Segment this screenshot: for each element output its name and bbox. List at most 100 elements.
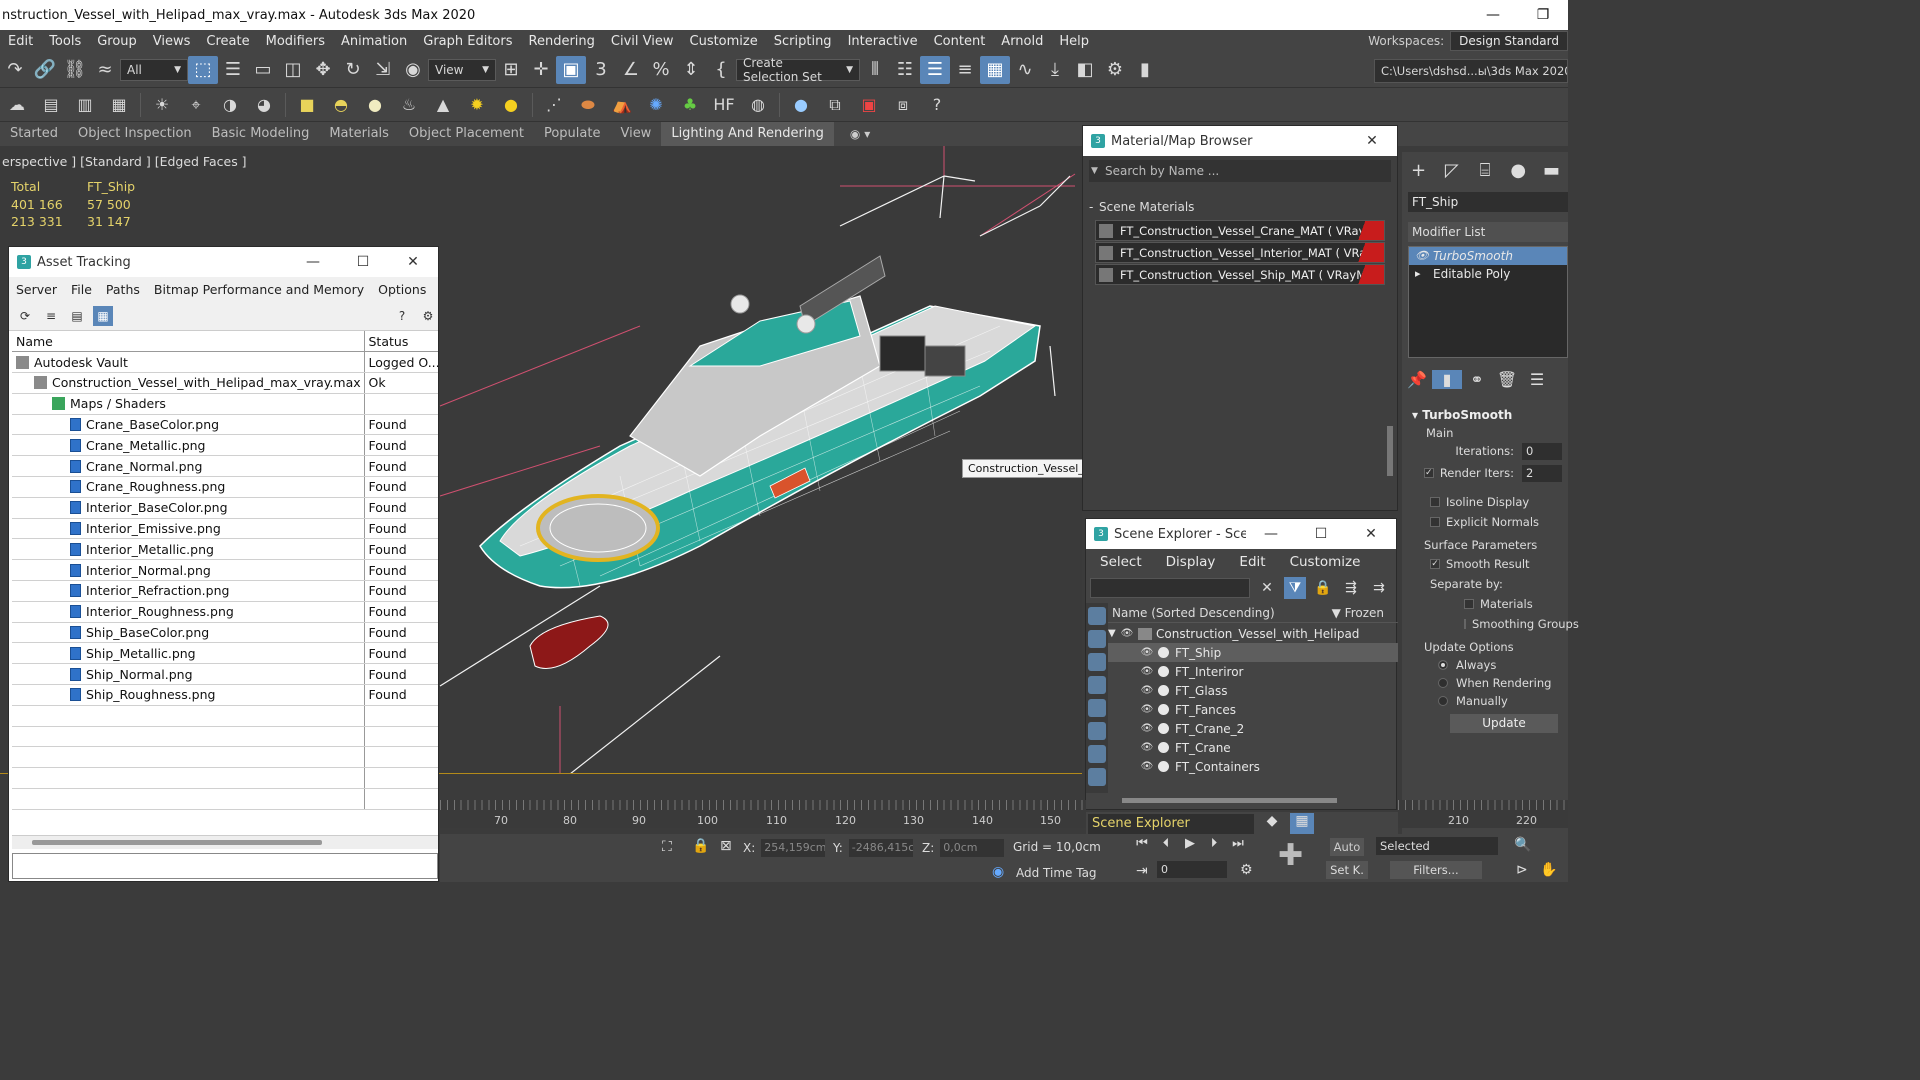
render-frame-icon[interactable]: ▮ <box>1130 56 1160 84</box>
scene-object-row[interactable]: 👁 FT_Glass <box>1108 681 1398 700</box>
atom-icon[interactable]: ✺ <box>639 91 673 119</box>
tab-object-placement[interactable]: Object Placement <box>399 122 534 146</box>
menu-customize[interactable]: Customize <box>682 34 766 49</box>
asset-path-field[interactable] <box>12 853 438 879</box>
sphere-light-icon[interactable]: ● <box>358 91 392 119</box>
material-item[interactable]: FT_Construction_Vessel_Interior_MAT ( VR… <box>1095 242 1385 263</box>
scene-search-input[interactable] <box>1090 578 1250 598</box>
spinner-snap-icon[interactable]: ⇕ <box>676 56 706 84</box>
scene-materials-group[interactable]: - Scene Materials <box>1089 200 1391 214</box>
menu-animation[interactable]: Animation <box>333 34 415 49</box>
material-item[interactable]: FT_Construction_Vessel_Crane_MAT ( VRayM… <box>1095 220 1385 241</box>
render-toggle-icon[interactable] <box>1158 723 1169 734</box>
maximize-button[interactable]: ☐ <box>338 254 388 270</box>
close-button[interactable]: ✕ <box>388 254 438 270</box>
selection-lock-icon[interactable]: ⛶ <box>662 839 672 855</box>
menu-civil-view[interactable]: Civil View <box>603 34 682 49</box>
proxy-icon[interactable]: ⧈ <box>886 91 920 119</box>
close-button[interactable]: ✕ <box>1346 526 1396 542</box>
table-row[interactable]: Interior_Emissive.png Found <box>12 518 438 540</box>
set-key-icon[interactable]: ✚ <box>1278 838 1303 873</box>
minimize-button[interactable]: — <box>288 254 338 270</box>
scale-icon[interactable]: ⇲ <box>368 56 398 84</box>
workspaces-select[interactable]: Design Standard <box>1450 31 1568 51</box>
render-toggle-icon[interactable] <box>1158 761 1169 772</box>
rotate-icon[interactable]: ↻ <box>338 56 368 84</box>
layers-icon[interactable]: ◆ <box>1260 813 1284 835</box>
create-tab-icon[interactable]: + <box>1402 160 1435 181</box>
eye-icon[interactable]: 👁 <box>1140 742 1154 753</box>
x-field[interactable]: 254,159cm <box>761 839 826 857</box>
ies-light-icon[interactable]: ♨ <box>392 91 426 119</box>
scene-root-row[interactable]: ▼ 👁 Construction_Vessel_with_Helipad <box>1108 624 1398 643</box>
manually-radio[interactable]: Manually <box>1438 692 1568 710</box>
menu-edit[interactable]: Edit <box>0 34 41 49</box>
stack-item-editable-poly[interactable]: ▸ Editable Poly <box>1409 265 1567 283</box>
absolute-mode-icon[interactable]: ⊠ <box>720 838 732 854</box>
render-region-icon[interactable]: ▣ <box>852 91 886 119</box>
configure-sets-icon[interactable]: ☰ <box>1522 370 1552 389</box>
motion-tab-icon[interactable]: ● <box>1502 160 1535 181</box>
percent-snap-icon[interactable]: % <box>646 56 676 84</box>
asset-tracking-titlebar[interactable]: 3 Asset Tracking — ☐ ✕ <box>9 247 438 277</box>
mirror-icon[interactable]: ⫴ <box>860 56 890 84</box>
refresh-icon[interactable]: ⟳ <box>15 306 35 326</box>
menu-help[interactable]: Help <box>1051 34 1097 49</box>
eye-icon[interactable]: 👁 <box>1140 666 1154 677</box>
menu-create[interactable]: Create <box>198 34 257 49</box>
settings-icon[interactable]: ⚙ <box>418 306 438 326</box>
table-row[interactable]: Interior_Metallic.png Found <box>12 538 438 561</box>
table-row[interactable]: Interior_BaseColor.png Found <box>12 497 438 519</box>
restore-button[interactable]: ❐ <box>1518 0 1568 30</box>
key-filters-button[interactable]: Filters... <box>1390 861 1482 879</box>
scene-explorer-titlebar[interactable]: 3 Scene Explorer - Sce... — ☐ ✕ <box>1086 519 1396 549</box>
table-row[interactable]: Ship_Normal.png Found <box>12 663 438 686</box>
menu-select[interactable]: Select <box>1086 554 1152 570</box>
plant-icon[interactable]: ♣ <box>673 91 707 119</box>
tab-materials[interactable]: Materials <box>319 122 399 146</box>
eye-icon[interactable]: 👁 <box>1140 723 1154 734</box>
table-icon[interactable]: ▦ <box>102 91 136 119</box>
pivot-icon[interactable]: ⊞ <box>496 56 526 84</box>
column-name[interactable]: Name <box>12 331 364 353</box>
fur-icon[interactable]: ◍ <box>741 91 775 119</box>
schematic-view-icon[interactable]: ⤓ <box>1040 56 1070 84</box>
angle-snap-icon[interactable]: ∠ <box>616 56 646 84</box>
eye-icon[interactable]: 👁 <box>1140 647 1154 658</box>
materials-checkbox[interactable]: Materials <box>1464 594 1568 614</box>
eye-icon[interactable]: 👁 <box>1415 247 1429 265</box>
remove-modifier-icon[interactable]: 🗑 <box>1492 370 1522 389</box>
go-to-end-icon[interactable]: ⏭ <box>1226 836 1250 851</box>
render-icon[interactable]: ◕ <box>247 91 281 119</box>
table-row[interactable]: Crane_BaseColor.png Found <box>12 414 438 436</box>
align-icon[interactable]: ☷ <box>890 56 920 84</box>
time-config-icon[interactable]: ⚙ <box>1240 862 1253 878</box>
table-row[interactable]: Interior_Normal.png Found <box>12 559 438 582</box>
dome-light-icon[interactable]: ◓ <box>324 91 358 119</box>
tab-started[interactable]: Started <box>0 122 68 146</box>
thumbnail-view-icon[interactable]: ▤ <box>67 306 87 326</box>
scene-explorer-toggle-icon[interactable]: ☰ <box>920 55 950 84</box>
sun-icon[interactable]: ✹ <box>460 91 494 119</box>
horizontal-scrollbar[interactable] <box>1122 798 1337 803</box>
project-path-field[interactable]: C:\Users\dshsd...ы\3ds Max 2020 <box>1374 59 1568 83</box>
table-row[interactable]: Ship_Roughness.png Found <box>12 684 438 706</box>
key-mode-icon[interactable]: ⇥ <box>1136 863 1148 879</box>
timeline-ruler-right[interactable]: 210 220 <box>1398 800 1568 828</box>
frame-buffer-icon[interactable]: ⧉ <box>818 91 852 119</box>
light-lister-icon[interactable]: ☀ <box>145 91 179 119</box>
chevron-down-icon[interactable]: ▼ <box>1108 628 1120 639</box>
clear-icon[interactable]: ✕ <box>1256 577 1278 599</box>
material-search-input[interactable]: ▼ Search by Name ... <box>1089 160 1391 182</box>
scene-explorer-select[interactable]: Scene Explorer <box>1088 814 1254 834</box>
iterations-spinner[interactable]: 0 <box>1522 442 1562 460</box>
image-icon[interactable]: ▤ <box>34 91 68 119</box>
orbit-icon[interactable]: ⊳ <box>1516 862 1528 878</box>
menu-options[interactable]: Options <box>371 282 433 297</box>
hierarchy-icon[interactable]: ⇶ <box>1340 577 1362 599</box>
zoom-icon[interactable]: 🔍 <box>1514 837 1531 853</box>
menu-bitmap-performance[interactable]: Bitmap Performance and Memory <box>147 282 371 297</box>
auto-key-button[interactable]: Auto <box>1330 838 1364 856</box>
move-icon[interactable]: ✥ <box>308 56 338 84</box>
explicit-normals-checkbox[interactable]: Explicit Normals <box>1430 512 1568 532</box>
